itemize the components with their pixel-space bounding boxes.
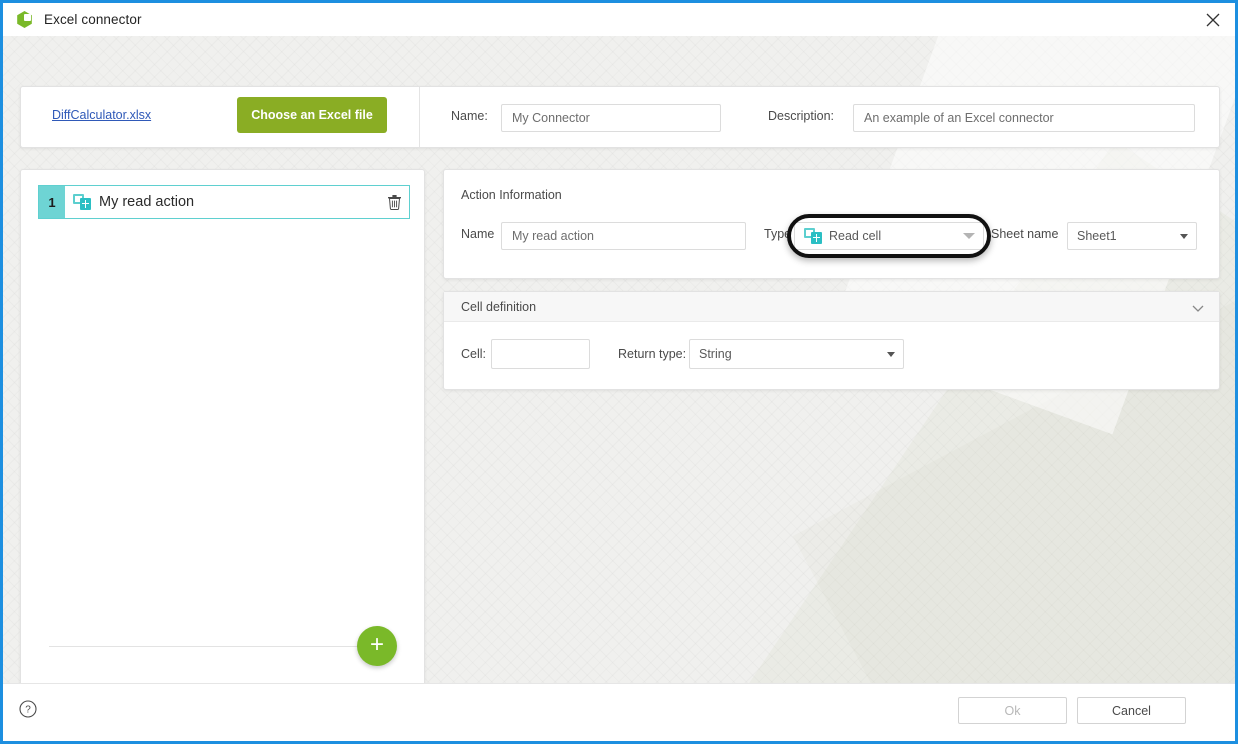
dialog-body: DiffCalculator.xlsx Choose an Excel file…	[3, 36, 1235, 741]
action-index-badge: 1	[39, 186, 65, 218]
cell-definition-title: Cell definition	[461, 299, 537, 314]
dialog-footer: ? Ok Cancel	[3, 683, 1235, 741]
window-title: Excel connector	[44, 12, 142, 27]
add-action-button[interactable]: +	[357, 626, 397, 666]
excel-file-link[interactable]: DiffCalculator.xlsx	[52, 108, 151, 122]
action-type-label: Type	[764, 227, 792, 241]
excel-connector-dialog: Excel connector DiffCalculator.xlsx Choo…	[0, 0, 1238, 744]
action-name-input[interactable]	[501, 222, 746, 250]
chevron-down-icon	[963, 233, 975, 239]
connector-name-input[interactable]	[501, 104, 721, 132]
title-bar: Excel connector	[3, 3, 1235, 36]
action-name-label: Name	[461, 227, 495, 241]
chevron-down-icon	[887, 351, 895, 357]
connector-description-input[interactable]	[853, 104, 1195, 132]
actions-list-panel: 1 My read action +	[20, 169, 425, 686]
action-information-title: Action Information	[461, 188, 562, 202]
trash-icon[interactable]	[379, 186, 409, 218]
list-separator	[49, 646, 367, 647]
sheet-name-value: Sheet1	[1077, 229, 1117, 243]
choose-excel-file-button[interactable]: Choose an Excel file	[237, 97, 387, 133]
read-cell-icon	[804, 228, 822, 244]
svg-text:?: ?	[25, 705, 31, 716]
action-list-item[interactable]: 1 My read action	[38, 185, 410, 219]
return-type-dropdown[interactable]: String	[689, 339, 904, 369]
action-type-dropdown[interactable]: Read cell	[794, 222, 984, 250]
cell-definition-card: Cell definition Cell: Return type: Strin…	[443, 291, 1220, 390]
return-type-value: String	[699, 347, 732, 361]
cell-definition-header[interactable]: Cell definition	[444, 292, 1219, 322]
cancel-button[interactable]: Cancel	[1077, 697, 1186, 724]
help-circle-icon[interactable]: ?	[19, 700, 37, 718]
action-information-card: Action Information Name Type Read cell S…	[443, 169, 1220, 279]
sheet-name-label: Sheet name	[991, 227, 1059, 241]
close-icon[interactable]	[1190, 3, 1235, 36]
read-cell-icon	[73, 194, 91, 210]
return-type-label: Return type:	[618, 347, 687, 361]
chevron-down-icon	[1180, 233, 1188, 239]
connector-description-label: Description:	[768, 109, 834, 123]
connector-header-card: DiffCalculator.xlsx Choose an Excel file…	[20, 86, 1220, 148]
cell-label: Cell:	[461, 347, 487, 361]
sheet-name-dropdown[interactable]: Sheet1	[1067, 222, 1197, 250]
cell-input[interactable]	[491, 339, 590, 369]
action-list-item-label: My read action	[99, 194, 195, 210]
chevron-down-icon[interactable]	[1191, 301, 1205, 315]
vertical-divider	[419, 87, 420, 147]
excel-connector-icon	[16, 11, 33, 28]
connector-name-label: Name:	[451, 109, 488, 123]
action-type-value: Read cell	[829, 229, 882, 243]
ok-button[interactable]: Ok	[958, 697, 1067, 724]
